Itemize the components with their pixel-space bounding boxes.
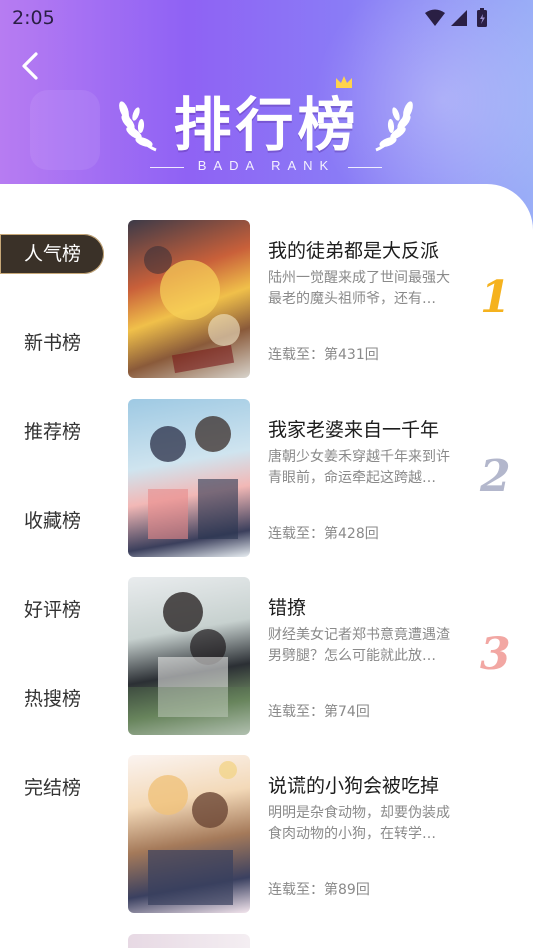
signal-icon [451, 10, 467, 26]
sidebar-item-new[interactable]: 新书榜 [0, 323, 104, 363]
comic-description: 明明是杂食动物，却要伪装成食肉动物的小狗，在转学… [268, 805, 450, 842]
comic-description: 财经美女记者郑书意竟遭遇渣男劈腿？怎么可能就此放… [268, 627, 450, 664]
comic-title: 我的徒弟都是大反派 [268, 240, 440, 262]
comic-title: 我家老婆来自一千年 [268, 419, 440, 441]
list-item[interactable]: 错撩 财经美女记者郑书意竟遭遇渣男劈腿？怎么可能就此放… 连载至：第74回 3 [128, 577, 528, 735]
comic-cover [128, 399, 250, 557]
status-time: 2:05 [12, 7, 55, 29]
sidebar-item-label: 收藏榜 [24, 510, 82, 532]
list-item[interactable]: 我家老婆来自一千年 唐朝少女姜禾穿越千年来到许青眼前，命运牵起这跨越… 连载至：… [128, 399, 528, 557]
comic-title: 说谎的小狗会被吃掉 [268, 775, 440, 797]
title-area: 排行榜 BADA RANK [0, 74, 533, 184]
comic-description: 唐朝少女姜禾穿越千年来到许青眼前，命运牵起这跨越… [268, 449, 450, 486]
sidebar-item-completed[interactable]: 完结榜 [0, 768, 104, 808]
rank-number: 1 [480, 272, 511, 323]
comic-progress: 连载至：第74回 [268, 704, 370, 720]
sidebar-item-recommend[interactable]: 推荐榜 [0, 412, 104, 452]
subtitle-divider-right [348, 167, 382, 168]
sidebar-item-popular[interactable]: 人气榜 [0, 234, 104, 274]
comic-cover [128, 755, 250, 913]
wifi-icon [425, 9, 445, 26]
comic-description: 陆州一觉醒来成了世间最强大最老的魔头祖师爷，还有… [268, 270, 450, 307]
comic-title: 错撩 [268, 597, 307, 619]
cover-art [148, 761, 237, 905]
sidebar-item-label: 新书榜 [24, 332, 82, 354]
cover-art [144, 246, 240, 374]
sidebar-item-favorites[interactable]: 收藏榜 [0, 501, 104, 541]
comic-cover [128, 577, 250, 735]
comic-cover-partial[interactable] [128, 934, 250, 948]
sidebar-item-label: 热搜榜 [24, 688, 82, 710]
status-bar: 2:05 [0, 0, 533, 36]
page-title: 排行榜 [173, 91, 360, 159]
sidebar-item-label: 好评榜 [24, 599, 82, 621]
sidebar-item-label: 完结榜 [24, 777, 82, 799]
comic-progress: 连载至：第428回 [268, 526, 379, 542]
sidebar-item-label: 推荐榜 [24, 421, 82, 443]
sidebar-item-label: 人气榜 [24, 243, 82, 265]
comic-cover [128, 220, 250, 378]
list-item[interactable]: 说谎的小狗会被吃掉 明明是杂食动物，却要伪装成食肉动物的小狗，在转学… 连载至：… [128, 755, 528, 913]
list-item[interactable]: 我的徒弟都是大反派 陆州一觉醒来成了世间最强大最老的魔头祖师爷，还有… 连载至：… [128, 220, 528, 378]
rank-number: 3 [480, 629, 511, 680]
page-subtitle: BADA RANK [197, 158, 336, 173]
sidebar-item-rated[interactable]: 好评榜 [0, 590, 104, 630]
status-icons [425, 8, 487, 27]
cover-art [148, 416, 238, 539]
sidebar-item-trending[interactable]: 热搜榜 [0, 679, 104, 719]
comic-progress: 连载至：第89回 [268, 882, 370, 898]
rank-number: 2 [480, 451, 511, 502]
cover-art [128, 592, 250, 735]
comic-progress: 连载至：第431回 [268, 347, 379, 363]
